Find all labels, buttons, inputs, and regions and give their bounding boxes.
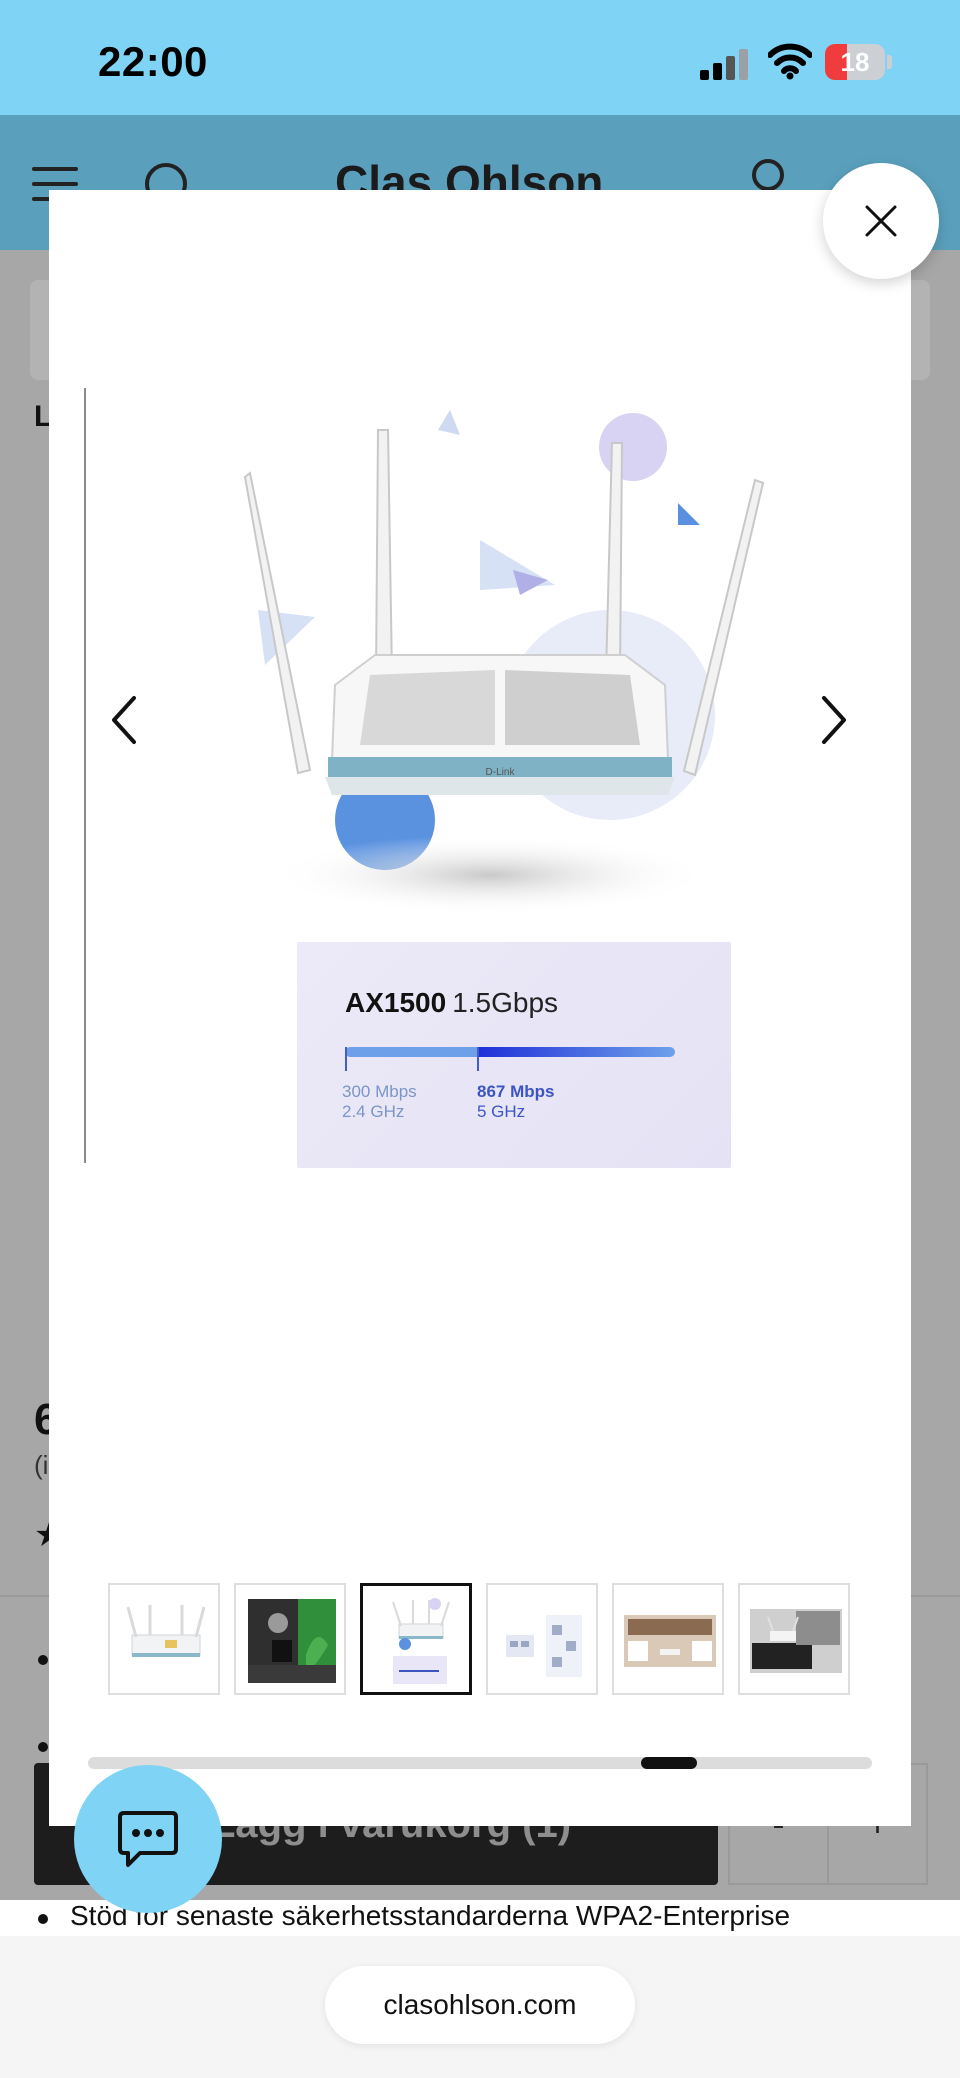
status-time: 22:00: [98, 38, 208, 85]
chat-bubble-icon: [118, 1811, 178, 1867]
band-5-speed: 867 Mbps: [477, 1082, 555, 1101]
chevron-left-icon: [112, 696, 136, 744]
close-icon: [865, 205, 897, 237]
previous-image-button[interactable]: [100, 692, 150, 748]
router-brand: D-Link: [486, 767, 516, 778]
wifi-icon: [767, 42, 813, 80]
chevron-right-icon: [822, 696, 846, 744]
router-shelf-image: [624, 1615, 716, 1667]
thumbnail-6[interactable]: [738, 1583, 850, 1695]
bullet-dot: [38, 1742, 48, 1752]
thumbnail-5[interactable]: [612, 1583, 724, 1695]
background-price-note: (i: [34, 1450, 49, 1480]
gallery-scrollbar[interactable]: [88, 1757, 872, 1769]
speed-tick: [345, 1047, 347, 1071]
band-24-label: 300 Mbps 2.4 GHz: [342, 1082, 417, 1122]
account-icon[interactable]: [752, 159, 784, 191]
band-24-speed: 300 Mbps: [342, 1082, 417, 1101]
speed-spec-card: AX1500 1.5Gbps 300 Mbps 2.4 GHz 867 Mbps …: [297, 942, 731, 1168]
speed-bar-5g: [477, 1047, 675, 1057]
thumbnail-4[interactable]: [486, 1583, 598, 1695]
router-living-room-image: [248, 1599, 336, 1683]
chat-button[interactable]: [74, 1765, 222, 1913]
speed-bar-2g: [345, 1047, 477, 1057]
battery-level: 18: [840, 47, 870, 77]
router-diagrams-image: [506, 1615, 582, 1677]
band-5-freq: 5 GHz: [477, 1102, 526, 1121]
thumbnail-2[interactable]: [234, 1583, 346, 1695]
speed-tick: [477, 1047, 479, 1071]
band-5-label: 867 Mbps 5 GHz: [477, 1082, 554, 1122]
spec-model-name: AX1500: [345, 987, 447, 1018]
band-24-freq: 2.4 GHz: [342, 1102, 405, 1121]
close-button[interactable]: [823, 163, 939, 279]
browser-toolbar: clasohlson.com: [0, 1936, 960, 2078]
cellular-signal-icon: [700, 48, 750, 80]
router-tv-stand-image: [750, 1609, 842, 1673]
image-edge-line: [84, 388, 86, 1163]
gallery-scrollbar-thumb[interactable]: [641, 1757, 698, 1769]
thumbnail-1[interactable]: [108, 1583, 220, 1695]
spec-model: AX1500 1.5Gbps: [345, 987, 558, 1019]
status-bar: 22:00 18: [0, 0, 960, 115]
bullet-dot: [38, 1914, 48, 1924]
next-image-button[interactable]: [810, 692, 860, 748]
router-spec-card-image: [392, 1598, 450, 1684]
bullet-dot: [38, 1655, 48, 1665]
spec-total-speed: 1.5Gbps: [452, 987, 559, 1018]
battery-icon: 18: [825, 44, 893, 80]
thumbnail-3[interactable]: [360, 1583, 472, 1695]
router-front-image: [126, 1605, 206, 1657]
url-bar[interactable]: clasohlson.com: [325, 1966, 635, 2044]
